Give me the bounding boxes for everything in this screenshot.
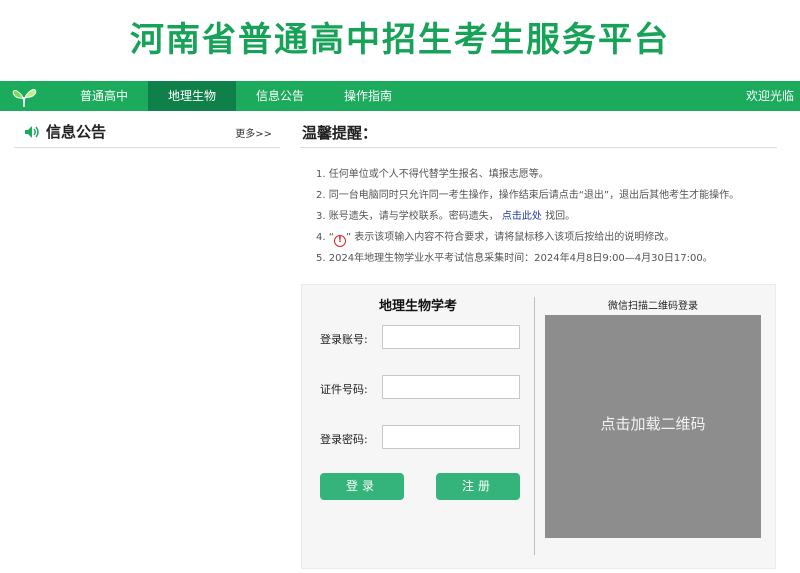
account-label: 登录账号: [320,333,368,346]
login-button[interactable]: 登录 [320,473,404,500]
reminder-text: 4. “ [316,232,334,243]
register-button[interactable]: 注册 [436,473,520,500]
more-link[interactable]: 更多>> [235,125,272,140]
login-panel: 地理生物学考 登录账号: 证件号码: 登录密码: 登录 注册 微信扫描二维码登录… [301,284,776,569]
announcements-header: 信息公告 更多>> [14,118,280,148]
qr-login-title: 微信扫描二维码登录 [608,301,698,312]
speaker-icon [25,126,39,138]
account-input[interactable] [382,325,520,349]
id-number-input[interactable] [382,375,520,399]
reminder-item: 1. 任何单位或个人不得代替学生报名、填报志愿等。 [316,169,549,180]
reminder-title: 温馨提醒： [302,124,378,142]
panel-divider [534,297,535,555]
reminder-text: 3. 账号遗失，请与学校联系。密码遗失， [316,211,499,222]
id-number-label: 证件号码: [320,383,368,396]
qr-code-area[interactable]: 点击加载二维码 [545,315,761,538]
reminder-item: 4. “!” 表示该项输入内容不符合要求，请将鼠标移入该项后按给出的说明修改。 [316,227,786,248]
reminder-list: 1. 任何单位或个人不得代替学生报名、填报志愿等。 2. 同一台电脑同时只允许同… [316,164,786,269]
nav-item-geography-biology[interactable]: 地理生物 [148,81,236,111]
reminder-item: 2. 同一台电脑同时只允许同一考生操作，操作结束后请点击“退出”，退出后其他考生… [316,190,740,201]
nav-item-general-high-school[interactable]: 普通高中 [62,81,146,111]
site-banner: 河南省普通高中招生考生服务平台 [0,0,800,80]
recover-password-link[interactable]: 点击此处 [502,211,542,222]
nav-item-announcements[interactable]: 信息公告 [236,81,324,111]
warning-icon: ! [333,235,346,247]
welcome-text: 欢迎光临 [745,89,794,103]
nav-item-operation-guide[interactable]: 操作指南 [326,81,410,111]
login-title: 地理生物学考 [378,299,457,314]
reminder-header: 温馨提醒： [300,118,777,148]
reminder-text: 找回。 [545,211,576,222]
reminder-item: 5. 2024年地理生物学业水平考试信息采集时间：2024年4月8日9:00—4… [316,253,713,264]
reminder-item: 3. 账号遗失，请与学校联系。密码遗失， 点击此处 找回。 [316,206,786,227]
sprout-logo-icon [12,89,37,107]
password-label: 登录密码: [320,433,368,446]
main-nav: 普通高中 地理生物 信息公告 操作指南 欢迎光临 [0,81,800,111]
reminder-text: ” 表示该项输入内容不符合要求，请将鼠标移入该项后按给出的说明修改。 [345,232,675,243]
announcements-title: 信息公告 [46,123,107,141]
qr-load-text: 点击加载二维码 [600,415,706,433]
site-title: 河南省普通高中招生考生服务平台 [130,20,670,60]
password-input[interactable] [382,425,520,449]
